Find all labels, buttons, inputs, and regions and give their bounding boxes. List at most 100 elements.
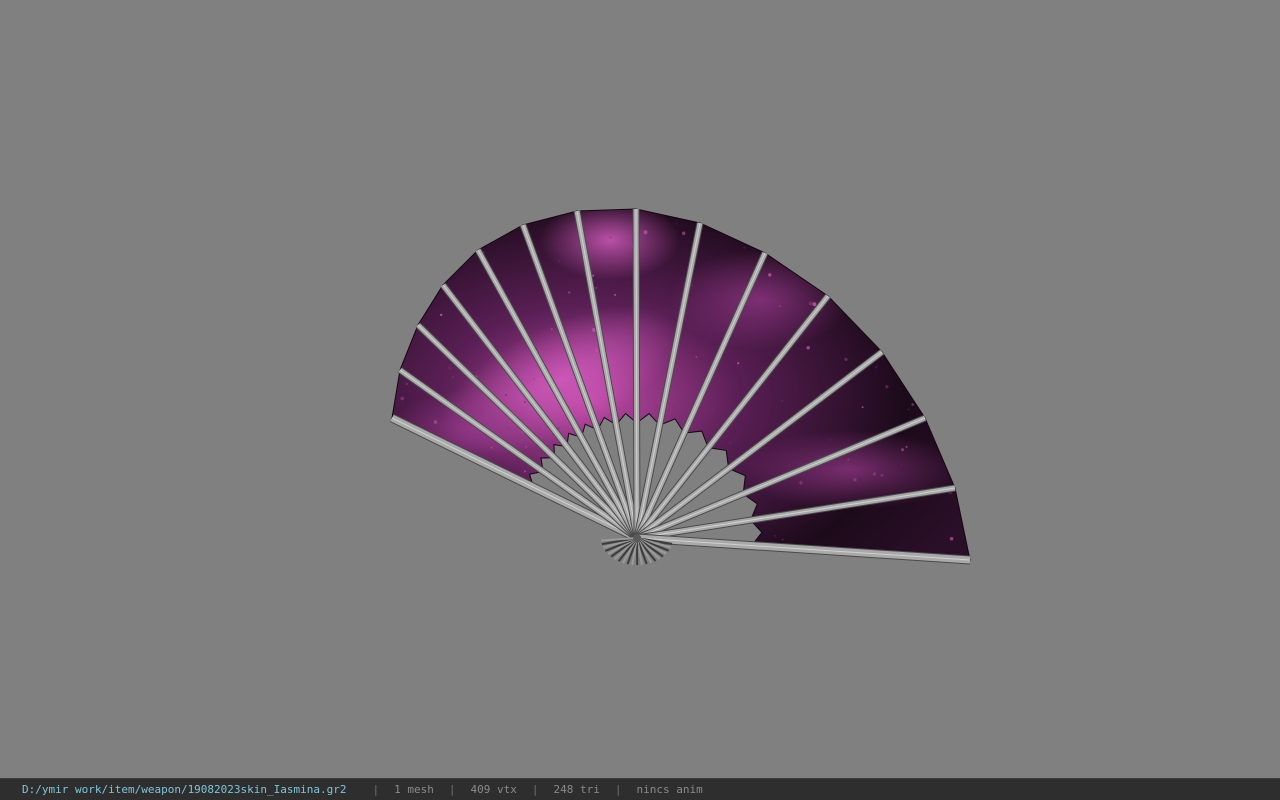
fabric-speckle (875, 366, 878, 369)
fabric-speckle (392, 333, 396, 336)
fan-weapon-model[interactable] (0, 0, 1280, 778)
fabric-speckle (820, 251, 822, 254)
triangle-count-label: 248 tri (553, 783, 600, 796)
fabric-speckle (923, 264, 925, 267)
fabric-speckle (400, 396, 405, 401)
fabric-speckle (846, 561, 848, 563)
fabric-speckle (466, 246, 470, 250)
fabric-speckle (799, 209, 802, 211)
fabric-speckle (553, 204, 555, 206)
fabric-speckle (726, 480, 730, 485)
fabric-speckle (614, 293, 617, 296)
fabric-speckle (490, 446, 493, 449)
fabric-speckle (538, 427, 540, 429)
fabric-speckle (466, 464, 470, 467)
fabric-speckle (445, 483, 450, 488)
fabric-speckle (522, 503, 525, 505)
fabric-speckle (768, 273, 772, 277)
fabric-speckle (919, 245, 923, 249)
fabric-speckle (769, 207, 770, 208)
fabric-speckle (595, 348, 599, 352)
fabric-speckle (812, 302, 817, 307)
vertex-count-label: 409 vtx (470, 783, 517, 796)
fabric-speckle (441, 221, 444, 224)
fabric-speckle (806, 346, 810, 350)
fabric-speckle (405, 382, 408, 386)
fabric-speckle (553, 484, 557, 488)
fabric-speckle (524, 470, 526, 473)
fabric-speckle (957, 206, 958, 207)
fabric-speckle (959, 299, 962, 301)
fabric-speckle (743, 246, 746, 249)
fabric-speckle (473, 554, 476, 556)
fabric-speckle (392, 317, 393, 320)
fabric-speckle (844, 357, 848, 361)
fabric-speckle (462, 465, 466, 470)
fabric-speckle (829, 439, 831, 441)
fabric-speckle (774, 535, 776, 537)
fabric-speckle (905, 445, 908, 448)
fabric-speckle (935, 236, 939, 239)
fabric-speckle (963, 441, 966, 444)
fabric-speckle (885, 385, 889, 389)
fabric-speckle (880, 474, 884, 477)
fabric-speckle (594, 440, 598, 444)
fabric-speckle (533, 378, 535, 380)
fabric-speckle (711, 408, 714, 411)
fabric-speckle (928, 215, 933, 219)
separator: | (448, 783, 456, 796)
fabric-speckle (460, 209, 464, 213)
fabric-speckle (968, 209, 970, 211)
fabric-speckle (956, 428, 959, 430)
fabric-speckle (569, 425, 571, 428)
fabric-speckle (673, 406, 676, 408)
fabric-speckle (861, 406, 864, 409)
fabric-speckle (559, 248, 561, 251)
fabric-speckle (759, 300, 762, 303)
fabric-speckle (567, 291, 571, 294)
fabric-speckle (415, 479, 419, 483)
pivot-hub (633, 534, 641, 542)
fabric-speckle (523, 400, 527, 403)
fabric-speckle (643, 230, 648, 235)
fabric-speckle (525, 446, 528, 448)
fabric-speckle (901, 464, 903, 466)
mesh-count-label: 1 mesh (394, 783, 434, 796)
fabric-speckle (710, 212, 713, 215)
fabric-speckle (482, 237, 486, 241)
fabric-speckle (681, 231, 686, 236)
fabric-speckle (918, 399, 923, 404)
fabric-speckle (609, 236, 612, 239)
fabric-speckle (440, 313, 443, 317)
fabric-speckle (781, 399, 784, 402)
status-bar: D:/ymir work/item/weapon/19082023skin_Ia… (0, 778, 1280, 800)
fabric-speckle (558, 260, 561, 263)
fabric-speckle (448, 366, 452, 370)
fabric-speckle (907, 408, 910, 411)
fabric-speckle (505, 394, 508, 396)
fabric-speckle (778, 305, 781, 307)
fabric-speckle (691, 284, 694, 287)
fabric-speckle (675, 222, 678, 225)
fabric-speckle (948, 209, 952, 210)
fabric-speckle (443, 252, 446, 254)
fabric-speckle (728, 441, 732, 445)
fabric-speckle (902, 353, 906, 356)
fabric-speckle (808, 301, 813, 306)
fabric-speckle (853, 478, 857, 482)
fabric-speckle (737, 362, 740, 365)
fabric-speckle (911, 403, 914, 406)
separator: | (614, 783, 622, 796)
separator: | (372, 783, 380, 796)
fabric-speckle (595, 286, 598, 289)
fabric-speckle (695, 356, 698, 358)
fabric-speckle (550, 328, 553, 331)
3d-viewport[interactable] (0, 0, 1280, 778)
fabric-speckle (901, 448, 905, 452)
fabric-speckle (423, 470, 427, 474)
fabric-speckle (781, 538, 784, 541)
fabric-speckle (872, 472, 877, 476)
file-path-label: D:/ymir work/item/weapon/19082023skin_Ia… (22, 783, 347, 796)
fabric-speckle (788, 245, 793, 249)
fabric-speckle (490, 221, 495, 225)
